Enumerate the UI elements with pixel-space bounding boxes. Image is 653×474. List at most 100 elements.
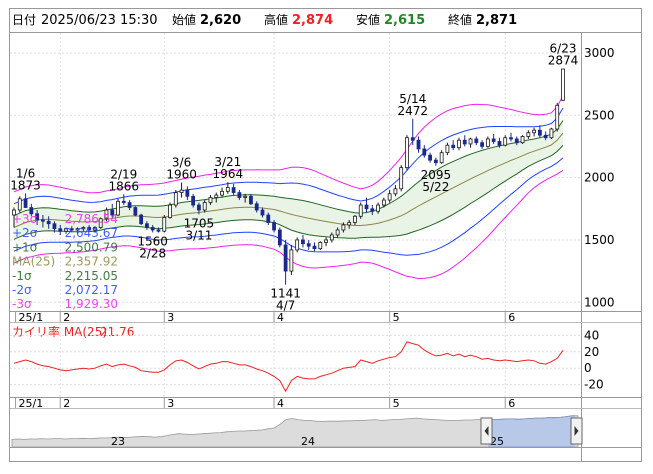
sigma-legend-label: MA(25) bbox=[12, 255, 55, 269]
sigma-legend-value: 1,929.30 bbox=[65, 297, 118, 311]
sigma-legend-label: +3σ bbox=[12, 212, 38, 226]
candle-body bbox=[358, 204, 363, 217]
deviation-tick-label: -20 bbox=[584, 378, 604, 392]
candle-body bbox=[387, 193, 392, 201]
candle-body bbox=[191, 195, 196, 206]
candle-body bbox=[17, 198, 22, 211]
candle-body bbox=[139, 214, 144, 225]
annotation-price: 1866 bbox=[109, 179, 140, 193]
candle-body bbox=[214, 194, 219, 198]
annotation-price: 2874 bbox=[548, 54, 579, 68]
stock-chart-window: 日付 2025/06/23 15:30 始値 2,620 高値 2,874 安値… bbox=[0, 0, 653, 470]
candle-body bbox=[555, 104, 560, 130]
sigma-legend-value: 2,072.17 bbox=[65, 283, 118, 297]
sigma-legend-label: -2σ bbox=[12, 283, 32, 297]
candle-body bbox=[58, 228, 63, 232]
price-tick-label: 2500 bbox=[584, 108, 615, 122]
navigator-period-label: 24 bbox=[301, 435, 315, 448]
sigma-legend-label: -3σ bbox=[12, 297, 32, 311]
candle-body bbox=[272, 222, 276, 231]
price-tick-label: 1500 bbox=[584, 233, 615, 247]
candle-body bbox=[237, 192, 242, 198]
sigma-legend-value: 2,215.05 bbox=[65, 269, 118, 283]
navigator-handle-left[interactable] bbox=[480, 417, 493, 445]
candle-body bbox=[445, 144, 450, 154]
candle-body bbox=[168, 204, 172, 218]
candle-body bbox=[324, 239, 328, 243]
annotation-price: 1960 bbox=[166, 168, 197, 182]
candle-body bbox=[503, 137, 508, 146]
date-label: 日付 bbox=[12, 13, 36, 27]
deviation-tick-label: 40 bbox=[584, 328, 599, 342]
candle-body bbox=[208, 197, 213, 203]
candle-body bbox=[289, 249, 294, 272]
price-tick-label: 3000 bbox=[584, 46, 615, 60]
candle-body bbox=[439, 152, 444, 164]
candle-body bbox=[127, 202, 132, 208]
candle-body bbox=[474, 138, 479, 144]
high-label: 高値 bbox=[264, 12, 288, 27]
candle-body bbox=[46, 220, 51, 225]
close-label: 終値 bbox=[448, 12, 472, 27]
candle-body bbox=[497, 141, 502, 146]
price-tick-label: 2000 bbox=[584, 171, 615, 185]
sigma-legend-label: -1σ bbox=[12, 269, 32, 283]
annotation-price: 2472 bbox=[397, 104, 428, 118]
candle-body bbox=[121, 200, 126, 203]
open-value: 2,620 bbox=[200, 13, 241, 28]
candle-body bbox=[543, 134, 548, 139]
deviation-current-value: 21.76 bbox=[100, 325, 134, 339]
price-tick-label: 1000 bbox=[584, 295, 615, 309]
candle-body bbox=[266, 214, 271, 223]
candle-body bbox=[231, 187, 236, 193]
candle-body bbox=[370, 208, 375, 212]
sigma-legend-value: 2,500.79 bbox=[65, 240, 118, 254]
candle-body bbox=[347, 222, 352, 226]
candle-body bbox=[468, 138, 473, 145]
candle-body bbox=[341, 224, 346, 231]
candle-body bbox=[277, 229, 282, 246]
annotation-price: 1873 bbox=[10, 178, 41, 192]
high-value: 2,874 bbox=[292, 13, 333, 28]
candle-body bbox=[254, 203, 259, 211]
deviation-tick-label: 20 bbox=[584, 345, 599, 359]
candle-body bbox=[185, 189, 190, 197]
stock-chart-svg: 日付 2025/06/23 15:30 始値 2,620 高値 2,874 安値… bbox=[9, 8, 642, 462]
candle-body bbox=[422, 148, 427, 156]
candle-body bbox=[457, 139, 461, 149]
candle-body bbox=[162, 217, 167, 232]
candle-body bbox=[532, 129, 537, 134]
candle-body bbox=[145, 223, 149, 228]
candle-body bbox=[433, 159, 438, 164]
candle-body bbox=[220, 190, 224, 196]
sigma-legend-label: +2σ bbox=[12, 226, 38, 240]
candle-body bbox=[312, 245, 317, 250]
sigma-legend: +3σ 2,786.54 +2σ 2,643.67 +1σ 2,500.79 MA(25) 2… bbox=[12, 212, 118, 311]
candle-body bbox=[549, 128, 554, 139]
candle-body bbox=[179, 189, 184, 193]
annotation-date: 5/22 bbox=[422, 180, 449, 194]
navigator-handle-right[interactable] bbox=[570, 417, 583, 445]
candle-body bbox=[329, 234, 334, 241]
candle-body bbox=[451, 144, 456, 149]
candle-body bbox=[509, 137, 513, 140]
candle-body bbox=[197, 204, 201, 211]
candle-body bbox=[399, 167, 404, 190]
candle-body bbox=[526, 132, 531, 137]
low-label: 安値 bbox=[356, 12, 380, 27]
candle-body bbox=[225, 187, 230, 192]
candle-body bbox=[416, 139, 421, 150]
candle-body bbox=[23, 198, 28, 208]
candle-body bbox=[514, 138, 519, 144]
candle-body bbox=[428, 154, 432, 161]
candle-body bbox=[520, 136, 525, 144]
candle-body bbox=[405, 137, 409, 169]
datetime-value: 2025/06/23 15:30 bbox=[41, 13, 158, 28]
sigma-legend-value: 2,786.54 bbox=[65, 212, 118, 226]
annotation-date: 3/11 bbox=[185, 228, 212, 242]
candle-body bbox=[301, 239, 305, 245]
candle-body bbox=[353, 215, 357, 223]
candle-body bbox=[364, 204, 369, 210]
candle-body bbox=[150, 227, 155, 231]
candle-body bbox=[295, 239, 300, 251]
